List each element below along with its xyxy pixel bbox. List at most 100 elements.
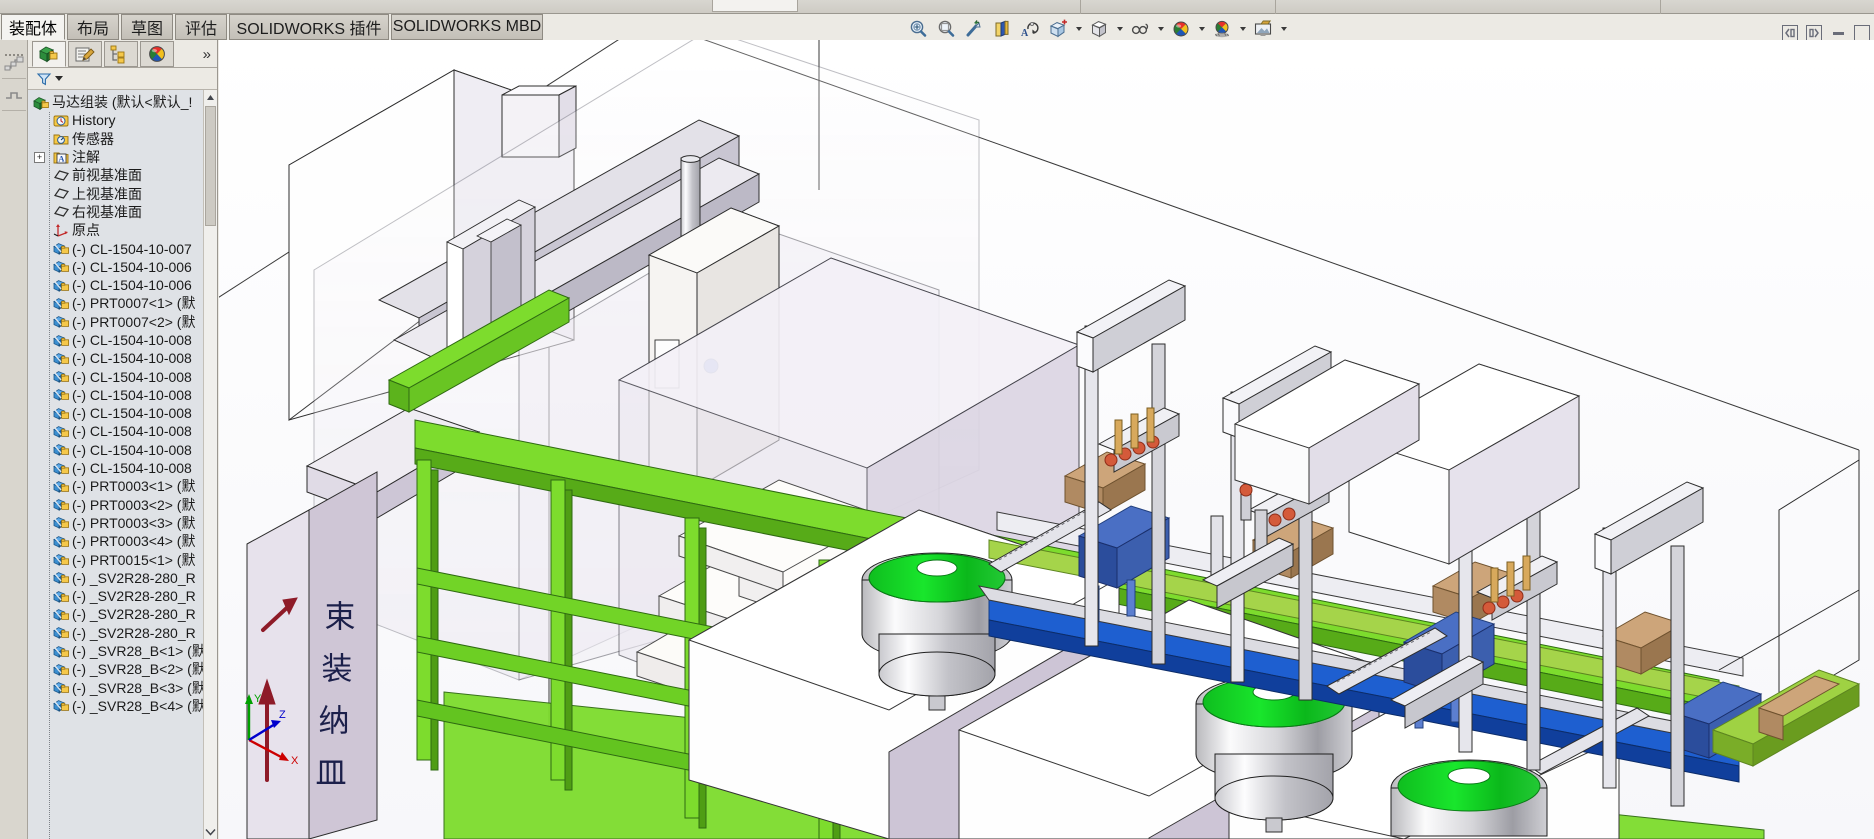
display-state-icon[interactable] — [4, 84, 26, 104]
component-icon — [52, 295, 70, 311]
feature-tree-scrollbar[interactable] — [203, 90, 217, 839]
feature-tree-item[interactable]: (-) _SV2R28-280_R — [28, 624, 217, 642]
feature-tree-item-label: 上视基准面 — [72, 185, 142, 202]
feature-tree-item[interactable]: (-) _SVR28_B<1> (默 — [28, 642, 217, 660]
tree-expand-toggle[interactable]: + — [34, 151, 45, 163]
feature-tree-item[interactable]: (-) CL-1504-10-006 — [28, 258, 217, 276]
annotation-icon: A — [52, 149, 70, 165]
hide-show-items-chevron-down-icon[interactable] — [1114, 17, 1125, 41]
feature-tree-item[interactable]: (-) PRT0003<1> (默 — [28, 477, 217, 495]
feature-tree-item[interactable]: (-) CL-1504-10-008 — [28, 331, 217, 349]
solidworks-window: 装配体 布局 草图 评估 SOLIDWORKS 插件 SOLIDWORKS MB… — [0, 0, 1874, 839]
zoom-to-area-icon[interactable] — [933, 17, 959, 41]
tab-layout[interactable]: 布局 — [67, 14, 119, 40]
edit-appearance-chevron-down-icon[interactable] — [1155, 17, 1166, 41]
display-style-icon[interactable] — [1045, 17, 1071, 41]
feature-tree-item[interactable]: (-) PRT0007<1> (默 — [28, 294, 217, 312]
maximize-button[interactable] — [1854, 25, 1870, 41]
feature-tree-item[interactable]: (-) PRT0003<2> (默 — [28, 496, 217, 514]
feature-tree-item-label: (-) CL-1504-10-008 — [72, 423, 192, 440]
feature-tree-item-label: (-) PRT0007<2> (默 — [72, 313, 196, 330]
feature-tree-item[interactable]: (-) _SVR28_B<4> (默 — [28, 697, 217, 715]
graphics-viewport[interactable]: 束装纳皿 Y X Z — [219, 40, 1874, 839]
feature-tree[interactable]: 马达组装 (默认<默认_! History 传感器 + A 注解 前视基准面 上视基准面 右视… — [28, 90, 217, 839]
restore-pane-right-button[interactable] — [1806, 25, 1822, 41]
view-settings-icon[interactable] — [1209, 17, 1235, 41]
feature-tree-item[interactable]: (-) CL-1504-10-008 — [28, 367, 217, 385]
feature-tree-item[interactable]: (-) CL-1504-10-006 — [28, 276, 217, 294]
tab-evaluate[interactable]: 评估 — [175, 14, 227, 40]
feature-manager-overflow-button[interactable]: » — [203, 46, 211, 63]
view-settings-chevron-down-icon[interactable] — [1237, 17, 1248, 41]
feature-tree-item[interactable]: (-) CL-1504-10-007 — [28, 239, 217, 257]
screen-capture-chevron-down-icon[interactable] — [1278, 17, 1289, 41]
feature-tree-item[interactable]: (-) CL-1504-10-008 — [28, 459, 217, 477]
feature-tree-item[interactable]: History — [28, 111, 217, 129]
tab-sketch[interactable]: 草图 — [121, 14, 173, 40]
feature-tree-item[interactable]: (-) CL-1504-10-008 — [28, 386, 217, 404]
feature-tree-item[interactable]: (-) CL-1504-10-008 — [28, 349, 217, 367]
display-manager-tab[interactable] — [140, 41, 174, 67]
feature-tree-item-label: (-) _SV2R28-280_R — [72, 606, 196, 623]
filter-icon — [36, 72, 52, 85]
feature-tree-item[interactable]: 前视基准面 — [28, 166, 217, 184]
feature-tree-item[interactable]: (-) PRT0003<3> (默 — [28, 514, 217, 532]
scroll-down-icon[interactable] — [204, 825, 217, 839]
zoom-to-fit-icon[interactable] — [905, 17, 931, 41]
display-style-chevron-down-icon[interactable] — [1073, 17, 1084, 41]
dock-grip[interactable] — [5, 43, 25, 56]
feature-tree-item[interactable]: 上视基准面 — [28, 184, 217, 202]
component-icon — [52, 606, 70, 622]
feature-tree-item[interactable]: 原点 — [28, 221, 217, 239]
feature-tree-item[interactable]: (-) CL-1504-10-008 — [28, 441, 217, 459]
feature-tree-item-label: (-) _SVR28_B<2> (默 — [72, 661, 206, 678]
component-icon — [52, 497, 70, 513]
feature-tree-item[interactable]: (-) _SV2R28-280_R — [28, 587, 217, 605]
feature-tree-item[interactable]: 传感器 — [28, 130, 217, 148]
feature-tree-item-label: (-) CL-1504-10-008 — [72, 441, 192, 458]
feature-tree-item[interactable]: 右视基准面 — [28, 203, 217, 221]
previous-view-icon[interactable] — [961, 17, 987, 41]
apply-scene-chevron-down-icon[interactable] — [1196, 17, 1207, 41]
feature-tree-item[interactable]: (-) _SV2R28-280_R — [28, 605, 217, 623]
tab-assembly[interactable]: 装配体 — [1, 14, 65, 40]
feature-tree-item[interactable]: (-) PRT0015<1> (默 — [28, 550, 217, 568]
feature-tree-item[interactable]: (-) CL-1504-10-008 — [28, 404, 217, 422]
feature-manager-design-tree-tab[interactable] — [32, 41, 66, 67]
feature-tree-item-label: (-) CL-1504-10-008 — [72, 368, 192, 385]
edit-appearance-icon[interactable] — [1127, 17, 1153, 41]
feature-tree-item[interactable]: (-) CL-1504-10-008 — [28, 422, 217, 440]
section-view-icon[interactable] — [989, 17, 1015, 41]
filter-chevron-down-icon[interactable] — [55, 76, 63, 81]
feature-tree-root[interactable]: 马达组装 (默认<默认_! — [28, 93, 217, 111]
feature-tree-filter-bar[interactable] — [28, 68, 217, 90]
tab-solidworks-addins[interactable]: SOLIDWORKS 插件 — [229, 14, 389, 40]
tab-solidworks-mbd[interactable]: SOLIDWORKS MBD — [391, 14, 543, 40]
scroll-thumb[interactable] — [205, 106, 216, 226]
configuration-manager-tab[interactable] — [104, 41, 138, 67]
component-icon — [52, 643, 70, 659]
feature-tree-item-label: (-) CL-1504-10-008 — [72, 386, 192, 403]
feature-tree-item[interactable]: (-) _SVR28_B<2> (默 — [28, 660, 217, 678]
feature-tree-item-label: (-) _SVR28_B<1> (默 — [72, 643, 206, 660]
screen-capture-icon[interactable] — [1250, 17, 1276, 41]
feature-tree-item-label: (-) PRT0007<1> (默 — [72, 295, 196, 312]
feature-tree-item[interactable]: (-) PRT0003<4> (默 — [28, 532, 217, 550]
view-orientation-icon[interactable]: A — [1017, 17, 1043, 41]
minimize-button[interactable] — [1830, 25, 1846, 41]
scroll-up-icon[interactable] — [204, 90, 217, 104]
restore-pane-left-button[interactable] — [1782, 25, 1798, 41]
feature-tree-item-label: (-) _SVR28_B<4> (默 — [72, 697, 206, 714]
feature-tree-item[interactable]: (-) PRT0007<2> (默 — [28, 313, 217, 331]
feature-tree-item[interactable]: (-) _SV2R28-280_R — [28, 569, 217, 587]
feature-tree-item[interactable]: (-) _SVR28_B<3> (默 — [28, 679, 217, 697]
hide-show-items-icon[interactable] — [1086, 17, 1112, 41]
feature-tree-item[interactable]: + A 注解 — [28, 148, 217, 166]
property-manager-tab[interactable] — [68, 41, 102, 67]
feature-tree-item-label: (-) _SV2R28-280_R — [72, 588, 196, 605]
feature-tree-item-label: (-) CL-1504-10-007 — [72, 240, 192, 257]
apply-scene-icon[interactable] — [1168, 17, 1194, 41]
feature-tree-item-label: (-) PRT0015<1> (默 — [72, 551, 196, 568]
tree-flyout-icon[interactable] — [4, 52, 26, 72]
feature-tree-item-label: (-) PRT0003<4> (默 — [72, 533, 196, 550]
